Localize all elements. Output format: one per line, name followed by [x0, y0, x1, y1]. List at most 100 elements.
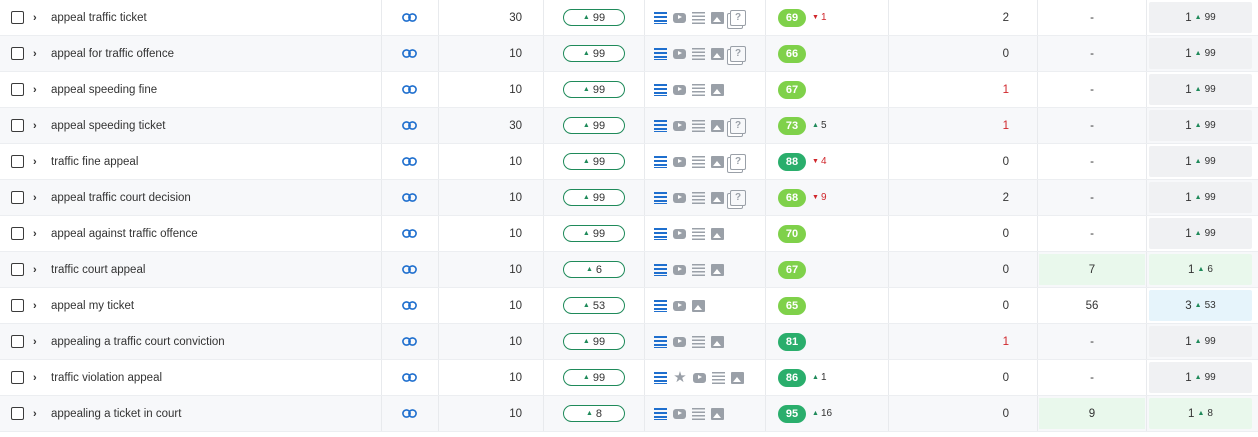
expand-chevron-icon[interactable]: › [33, 396, 43, 431]
expand-chevron-icon[interactable]: › [33, 360, 43, 395]
keyword-text[interactable]: appealing a ticket in court [51, 396, 371, 431]
expand-chevron-icon[interactable]: › [33, 0, 43, 35]
expand-chevron-icon[interactable]: › [33, 72, 43, 107]
keyword-text[interactable]: appeal speeding fine [51, 72, 371, 107]
rank-change-pill[interactable]: ▲ 99 [563, 117, 625, 134]
rank-change-pill[interactable]: ▲ 99 [563, 153, 625, 170]
keyword-text[interactable]: appeal for traffic offence [51, 36, 371, 71]
rank-change-pill[interactable]: ▲ 99 [563, 9, 625, 26]
keyword-text[interactable]: traffic fine appeal [51, 144, 371, 179]
expand-chevron-icon[interactable]: › [33, 288, 43, 323]
link-icon[interactable] [400, 396, 418, 431]
rank-change-pill[interactable]: ▲ 53 [563, 297, 625, 314]
keyword-difficulty: 67 [778, 72, 878, 107]
column-divider [888, 216, 889, 251]
row-checkbox[interactable] [11, 227, 24, 240]
link-icon[interactable] [400, 360, 418, 395]
column-divider [644, 288, 645, 323]
rank-change-pill[interactable]: ▲ 8 [563, 405, 625, 422]
position-cell[interactable]: 1 ▲ 99 [1149, 182, 1252, 213]
link-icon[interactable] [400, 144, 418, 179]
position-cell[interactable]: 1 ▲ 99 [1149, 218, 1252, 249]
expand-chevron-icon[interactable]: › [33, 36, 43, 71]
row-checkbox[interactable] [11, 191, 24, 204]
rank-change-pill[interactable]: ▲ 99 [563, 45, 625, 62]
row-checkbox[interactable] [11, 371, 24, 384]
expand-chevron-icon[interactable]: › [33, 252, 43, 287]
link-icon[interactable] [400, 108, 418, 143]
keyword-difficulty: 70 [778, 216, 878, 251]
rank-change-pill[interactable]: ▲ 99 [563, 81, 625, 98]
image-icon [711, 155, 724, 168]
keyword-text[interactable]: appeal traffic court decision [51, 180, 371, 215]
keyword-text[interactable]: appeal my ticket [51, 288, 371, 323]
search-volume: 10 [509, 47, 522, 60]
expand-chevron-icon[interactable]: › [33, 216, 43, 251]
position-cell[interactable]: 3 ▲ 53 [1149, 290, 1252, 321]
rank-change-pill[interactable]: ▲ 99 [563, 333, 625, 350]
column-divider [1037, 216, 1038, 251]
up-arrow-icon: ▲ [1194, 50, 1202, 57]
position-change-value: 99 [1204, 84, 1216, 95]
position-cell[interactable]: 1 ▲ 8 [1149, 398, 1252, 429]
position-cell[interactable]: 1 ▲ 99 [1149, 362, 1252, 393]
link-icon[interactable] [400, 36, 418, 71]
expand-chevron-icon[interactable]: › [33, 324, 43, 359]
keyword-text[interactable]: appeal against traffic offence [51, 216, 371, 251]
rank-change-cell: ▲ 99 [562, 72, 626, 107]
position-cell[interactable]: 1 ▲ 99 [1149, 146, 1252, 177]
position-cell[interactable]: 1 ▲ 6 [1149, 254, 1252, 285]
column-divider [765, 36, 766, 71]
row-checkbox[interactable] [11, 299, 24, 312]
column-divider [765, 144, 766, 179]
expand-chevron-icon[interactable]: › [33, 180, 43, 215]
link-icon[interactable] [400, 288, 418, 323]
link-icon[interactable] [400, 0, 418, 35]
keyword-text[interactable]: appeal speeding ticket [51, 108, 371, 143]
row-checkbox[interactable] [11, 335, 24, 348]
results-value: - [1090, 83, 1094, 96]
rank-change-value: 53 [592, 299, 606, 312]
keyword-text[interactable]: appealing a traffic court conviction [51, 324, 371, 359]
result-count: 0 [1002, 407, 1009, 420]
position-change-value: 99 [1204, 372, 1216, 383]
position-cell[interactable]: 1 ▲ 99 [1149, 326, 1252, 357]
row-checkbox[interactable] [11, 47, 24, 60]
rank-change-pill[interactable]: ▲ 99 [563, 369, 625, 386]
expand-chevron-icon[interactable]: › [33, 108, 43, 143]
position-cell[interactable]: 1 ▲ 99 [1149, 110, 1252, 141]
table-row: › appeal for traffic offence 10 ▲ 99? 66 0-1 ▲ 9… [0, 36, 1258, 72]
row-checkbox[interactable] [11, 11, 24, 24]
keyword-text[interactable]: appeal traffic ticket [51, 0, 371, 35]
column-divider [644, 0, 645, 35]
video-icon [673, 300, 686, 311]
row-checkbox[interactable] [11, 83, 24, 96]
row-checkbox[interactable] [11, 263, 24, 276]
rank-change-cell: ▲ 99 [562, 324, 626, 359]
position-cell[interactable]: 1 ▲ 99 [1149, 2, 1252, 33]
results-value: - [1090, 371, 1094, 384]
rank-change-pill[interactable]: ▲ 99 [563, 225, 625, 242]
keyword-difficulty: 81 [778, 324, 878, 359]
list-icon [692, 191, 705, 204]
search-volume: 10 [509, 299, 522, 312]
link-icon[interactable] [400, 252, 418, 287]
keyword-text[interactable]: traffic court appeal [51, 252, 371, 287]
serp-features: ? [654, 108, 764, 143]
row-checkbox[interactable] [11, 155, 24, 168]
column-divider [1037, 36, 1038, 71]
link-icon[interactable] [400, 216, 418, 251]
column-divider [438, 72, 439, 107]
expand-chevron-icon[interactable]: › [33, 144, 43, 179]
link-icon[interactable] [400, 72, 418, 107]
row-checkbox[interactable] [11, 407, 24, 420]
keyword-text[interactable]: traffic violation appeal [51, 360, 371, 395]
link-icon[interactable] [400, 324, 418, 359]
position-cell[interactable]: 1 ▲ 99 [1149, 38, 1252, 69]
row-checkbox[interactable] [11, 119, 24, 132]
column-divider [543, 180, 544, 215]
rank-change-pill[interactable]: ▲ 99 [563, 189, 625, 206]
rank-change-pill[interactable]: ▲ 6 [563, 261, 625, 278]
link-icon[interactable] [400, 180, 418, 215]
position-cell[interactable]: 1 ▲ 99 [1149, 74, 1252, 105]
